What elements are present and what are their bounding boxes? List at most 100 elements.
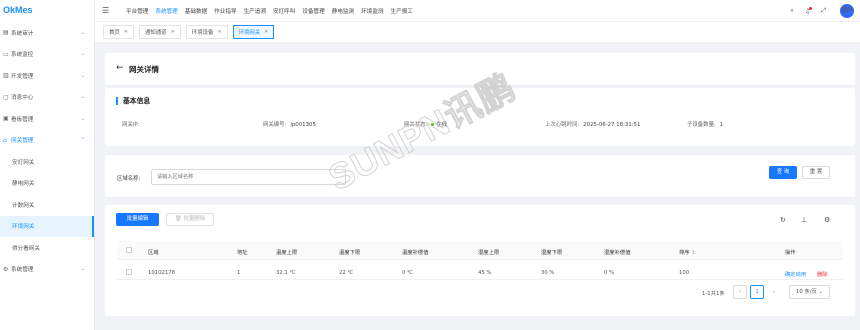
top-bar: ☰ 平台管理 系统管理 基础数据 作业指导 生产追溯 安灯呼叫 设备管理 静电监… <box>95 0 860 22</box>
col-hum-high: 湿度上限 <box>478 250 500 256</box>
gear-icon: ⚙ <box>3 265 9 273</box>
chevron-down-icon: ⌄ <box>80 115 85 122</box>
close-icon[interactable]: ✕ <box>124 29 128 35</box>
enable-link[interactable]: 确定启用 <box>785 270 806 278</box>
back-arrow-icon[interactable]: ← <box>116 63 124 73</box>
chevron-down-icon: ⌄ <box>80 72 85 79</box>
table-card: 批量编辑 🗑 批量删除 ↻ ⊥ ⚙ 区域 地址 温度上限 温度下限 温度补偿值 … <box>105 205 855 316</box>
subdevice-count: 子设备数量: 1 <box>687 122 724 128</box>
top-nav: 平台管理 系统管理 基础数据 作业指导 生产追溯 安灯呼叫 设备管理 静电监测 … <box>126 7 420 15</box>
gateway-ip: 网关IP: <box>122 122 140 128</box>
sidebar-item-monitor[interactable]: ▭ 系统监控 ⌄ <box>0 44 94 66</box>
gateway-no: 网关编号: lp001305 <box>263 122 316 128</box>
tab-env-device[interactable]: 环境设备 ✕ <box>185 25 228 39</box>
message-icon: ▢ <box>3 93 9 101</box>
row-checkbox[interactable] <box>126 269 132 275</box>
pagination-total: 1-1共1条 <box>702 291 725 297</box>
sidebar-item-gateway[interactable]: ⌂ 网关管理 ⌃ <box>0 130 94 152</box>
column-height-icon[interactable]: ⊥ <box>801 216 807 224</box>
delete-link[interactable]: 删除 <box>817 270 828 278</box>
chevron-down-icon: ⌄ <box>80 94 85 101</box>
menu-toggle-icon[interactable]: ☰ <box>102 6 116 15</box>
col-area: 区域 <box>148 250 159 256</box>
topnav-env[interactable]: 环境监测 <box>361 7 383 15</box>
col-actions: 操作 <box>785 250 796 256</box>
settings-icon[interactable]: ⚙ <box>824 216 830 224</box>
sidebar-item-system[interactable]: ⚙ 系统管理 ⌄ <box>0 259 94 281</box>
tab-home[interactable]: 首页 ✕ <box>103 25 134 39</box>
col-temp-comp: 温度补偿值 <box>402 250 429 256</box>
sidebar-sub-score-gateway[interactable]: 得分看网关 <box>0 237 94 259</box>
area-name-input[interactable] <box>151 169 346 185</box>
code-icon: ▥ <box>3 72 9 80</box>
close-icon[interactable]: ✕ <box>171 29 175 35</box>
cell-area: 10102178 <box>148 270 175 276</box>
last-heartbeat: 上次心跳时间: 2025-06-27 18:31:51 <box>545 122 641 128</box>
topnav-andon[interactable]: 安灯呼叫 <box>273 7 295 15</box>
sidebar-sub-count-gateway[interactable]: 计数网关 <box>0 194 94 216</box>
sidebar-sub-andon-gateway[interactable]: 安灯网关 <box>0 151 94 173</box>
col-sort[interactable]: 排序 ⇕ <box>679 248 696 256</box>
topnav-platform[interactable]: 平台管理 <box>126 7 148 15</box>
batch-delete-button[interactable]: 🗑 批量删除 <box>166 213 214 226</box>
page-size-select[interactable]: 10 条/页 ⌄ <box>789 285 830 299</box>
topnav-esd[interactable]: 静电监测 <box>332 7 354 15</box>
monitor-icon: ▭ <box>3 50 9 58</box>
page-title: 网关详情 <box>129 65 159 74</box>
chevron-down-icon: ⌄ <box>80 266 85 273</box>
close-icon[interactable]: ✕ <box>264 29 268 35</box>
chevron-up-icon: ⌃ <box>80 137 85 144</box>
board-icon: ▣ <box>3 115 9 123</box>
sidebar-sub-esd-gateway[interactable]: 静电网关 <box>0 173 94 195</box>
area-name-label: 区域名称: <box>117 176 141 182</box>
sidebar-item-audit[interactable]: ▤ 系统审计 ⌄ <box>0 22 94 44</box>
sidebar-item-board[interactable]: ▣ 看板管理 ⌄ <box>0 108 94 130</box>
tab-notify[interactable]: 通知通道 ✕ <box>139 25 181 39</box>
chevron-down-icon: ⌄ <box>80 29 85 36</box>
section-title: 基本信息 <box>116 97 150 105</box>
close-icon[interactable]: ✕ <box>217 29 221 35</box>
search-icon[interactable]: ⌕ <box>790 7 793 15</box>
sidebar-sub-env-gateway[interactable]: 环境网关 <box>0 215 94 237</box>
tab-env-gateway[interactable]: 环境网关 ✕ <box>232 25 275 39</box>
prev-page-button[interactable]: ‹ <box>733 285 747 299</box>
next-page-button[interactable]: › <box>767 285 781 299</box>
app-logo: OkMes <box>3 5 33 15</box>
chevron-down-icon: ⌄ <box>80 51 85 58</box>
cell-address: 1 <box>237 270 241 276</box>
notification-dot <box>809 6 813 10</box>
col-temp-low: 温度下限 <box>339 250 361 256</box>
cell-hum-comp: 0 % <box>604 270 615 276</box>
col-hum-low: 湿度下限 <box>541 250 563 256</box>
sidebar-item-dev[interactable]: ▥ 开发管理 ⌄ <box>0 65 94 87</box>
reset-button[interactable]: 重 置 <box>802 166 830 179</box>
topnav-work-guide[interactable]: 作业指导 <box>214 7 236 15</box>
topnav-trace[interactable]: 生产追溯 <box>244 7 266 15</box>
cell-hum-low: 30 % <box>541 270 555 276</box>
doc-icon: ▤ <box>3 29 9 37</box>
topnav-equipment[interactable]: 设备管理 <box>302 7 324 15</box>
bell-icon[interactable]: ♫ <box>805 6 813 15</box>
filter-card: 区域名称: 查 询 重 置 <box>105 155 855 197</box>
sort-icon[interactable]: ⇕ <box>691 250 695 256</box>
sidebar-item-message[interactable]: ▢ 消息中心 ⌄ <box>0 87 94 109</box>
page-number[interactable]: 1 <box>750 285 764 299</box>
tabs-bar: 首页 ✕ 通知通道 ✕ 环境设备 ✕ 环境网关 ✕ <box>95 22 860 43</box>
fullscreen-icon[interactable]: ⤢ <box>821 7 826 15</box>
col-temp-high: 温度上限 <box>276 250 298 256</box>
topnav-report[interactable]: 生产报工 <box>391 7 413 15</box>
topnav-basic-data[interactable]: 基础数据 <box>185 7 207 15</box>
gateway-icon: ⌂ <box>3 136 7 144</box>
query-button[interactable]: 查 询 <box>769 166 797 179</box>
avatar[interactable]: 镭码 <box>840 4 854 18</box>
topnav-system[interactable]: 系统管理 <box>155 7 177 15</box>
chevron-down-icon: ⌄ <box>818 289 823 295</box>
cell-temp-comp: 0 ℃ <box>402 270 414 276</box>
cell-temp-low: 22 ℃ <box>339 270 354 276</box>
refresh-icon[interactable]: ↻ <box>780 216 786 224</box>
select-all-checkbox[interactable] <box>126 247 132 253</box>
cell-hum-high: 45 % <box>478 270 492 276</box>
cell-temp-high: 32.1 ℃ <box>276 270 296 276</box>
col-address: 地址 <box>237 250 248 256</box>
batch-edit-button[interactable]: 批量编辑 <box>116 213 159 226</box>
